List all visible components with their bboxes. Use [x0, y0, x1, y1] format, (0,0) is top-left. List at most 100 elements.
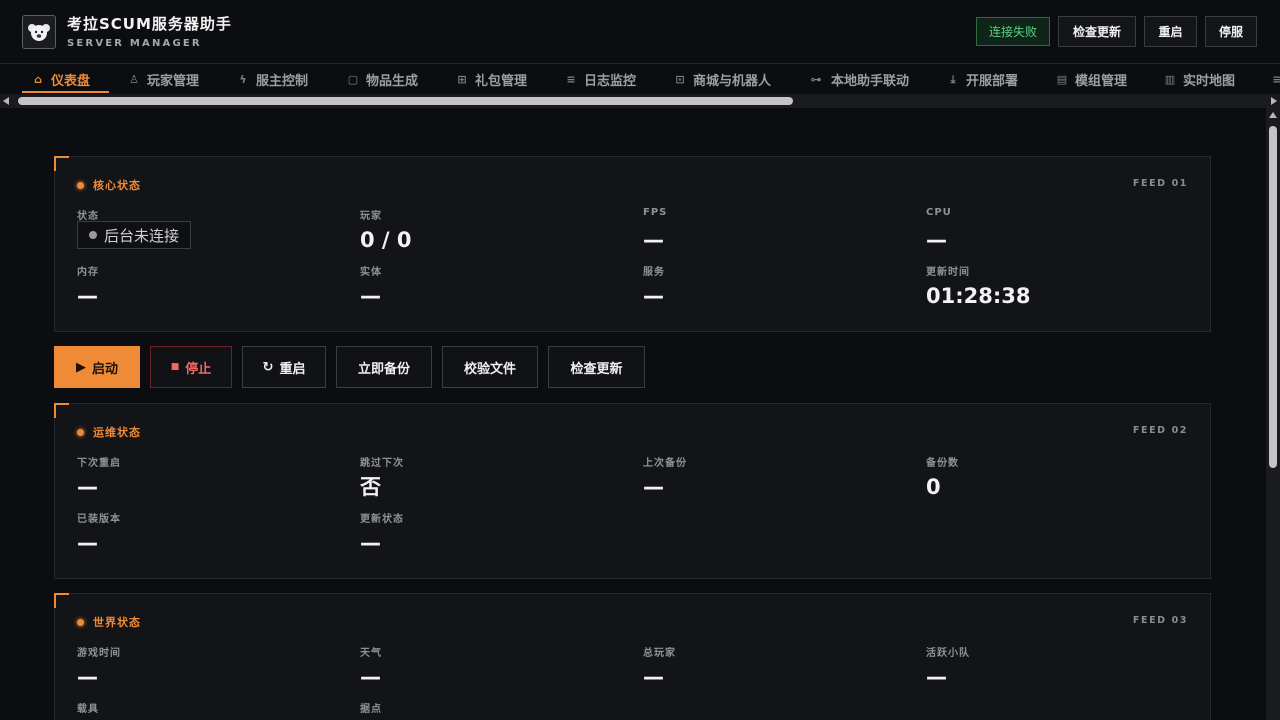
vertical-scroll-thumb[interactable]	[1269, 126, 1277, 468]
stat-label: 总玩家	[643, 648, 676, 659]
panel-title: 运维状态	[77, 424, 141, 440]
stat-value: —	[77, 665, 98, 689]
stat-value: —	[77, 475, 98, 499]
stat-label: 跳过下次	[360, 458, 404, 469]
panel-title-text: 运维状态	[93, 426, 141, 439]
stat-value: —	[643, 284, 664, 308]
app-title: 考拉SCUM服务器助手	[67, 15, 232, 33]
panel-corner-accent	[54, 156, 69, 171]
koala-logo-icon	[22, 15, 56, 49]
tab-item-spawn[interactable]: ▢ 物品生成	[347, 65, 418, 94]
stat-label: 天气	[360, 648, 382, 659]
stat-label: FPS	[643, 207, 668, 218]
tab-label: 服主控制	[256, 74, 309, 89]
tab-local-helper-link[interactable]: ⊶ 本地助手联动	[808, 65, 910, 94]
tab-dashboard[interactable]: ⌂ 仪表盘	[32, 65, 90, 94]
stat-fps: FPS —	[643, 207, 903, 253]
feed-label: FEED 01	[1132, 178, 1188, 189]
vertical-scrollbar[interactable]	[1266, 108, 1280, 720]
stat-value: —	[77, 531, 98, 555]
restart-action-button[interactable]: ↻ 重启	[242, 346, 326, 388]
nav-overflow-icon[interactable]: ≡	[1271, 65, 1280, 94]
scroll-right-arrow-icon[interactable]	[1271, 97, 1277, 105]
play-icon: ▶	[75, 359, 86, 375]
horizontal-scrollbar[interactable]	[0, 94, 1280, 108]
home-icon: ⌂	[34, 72, 42, 86]
tab-shop-bot[interactable]: ⊡ 商城与机器人	[674, 65, 771, 94]
stat-game-time: 游戏时间 —	[77, 644, 337, 690]
stat-players: 玩家 0 / 0	[360, 207, 620, 253]
stat-entities: 实体 —	[360, 263, 620, 309]
backend-status-text: 后台未连接	[104, 226, 180, 245]
tab-label: 本地助手联动	[831, 74, 910, 89]
tab-label: 商城与机器人	[693, 74, 772, 89]
stat-label: 更新时间	[926, 267, 970, 278]
stat-value: —	[926, 228, 947, 252]
gift-icon: ⊞	[457, 72, 467, 86]
tab-mods[interactable]: ▤ 模组管理	[1056, 65, 1127, 94]
panel-title-text: 世界状态	[93, 616, 141, 629]
backup-now-button[interactable]: 立即备份	[336, 346, 432, 388]
stat-value: 01:28:38	[926, 284, 1031, 308]
scroll-up-arrow-icon[interactable]	[1269, 112, 1277, 118]
start-server-button[interactable]: ▶ 启动	[54, 346, 140, 388]
stat-total-players: 总玩家 —	[643, 644, 903, 690]
tab-deploy[interactable]: ⤓ 开服部署	[947, 65, 1018, 94]
stat-weather: 天气 —	[360, 644, 620, 690]
stat-label: 游戏时间	[77, 648, 121, 659]
tab-log-monitor[interactable]: ≡ 日志监控	[565, 65, 636, 94]
tab-players[interactable]: ♙ 玩家管理	[128, 65, 199, 94]
restart-button[interactable]: 重启	[1144, 16, 1197, 47]
tab-label: 玩家管理	[147, 74, 200, 89]
stop-server-action-button[interactable]: ■ 停止	[150, 346, 232, 388]
stat-active-squads: 活跃小队 —	[926, 644, 1186, 690]
tab-label: 实时地图	[1183, 74, 1236, 89]
check-update-action-button[interactable]: 检查更新	[548, 346, 645, 388]
stat-label: 服务	[643, 267, 665, 278]
verify-files-button[interactable]: 校验文件	[442, 346, 538, 388]
tab-gift-packs[interactable]: ⊞ 礼包管理	[456, 65, 527, 94]
panel-corner-accent	[54, 403, 69, 418]
stat-updated-time: 更新时间 01:28:38	[926, 263, 1186, 309]
check-update-button[interactable]: 检查更新	[1058, 16, 1136, 47]
list-icon: ≡	[566, 72, 576, 86]
stat-vehicles: 载具	[77, 700, 337, 715]
stat-skip-next: 跳过下次 否	[360, 454, 620, 500]
horizontal-scroll-thumb[interactable]	[18, 97, 793, 105]
stat-installed-version: 已装版本 —	[77, 510, 337, 556]
stat-value: —	[643, 475, 664, 499]
feed-label: FEED 03	[1132, 615, 1188, 626]
bolt-icon: ϟ	[239, 72, 247, 86]
scroll-left-arrow-icon[interactable]	[3, 97, 9, 105]
button-label: 停止	[185, 361, 212, 377]
button-label: 启动	[91, 361, 118, 377]
stat-label: 上次备份	[643, 458, 687, 469]
box-icon: ▢	[347, 72, 359, 86]
stat-next-restart: 下次重启 —	[77, 454, 337, 500]
tab-owner-control[interactable]: ϟ 服主控制	[237, 65, 308, 94]
panel-title: 世界状态	[77, 614, 141, 630]
stat-label: CPU	[926, 207, 952, 218]
refresh-icon: ↻	[262, 359, 274, 375]
stat-memory: 内存 —	[77, 263, 337, 309]
stat-last-backup: 上次备份 —	[643, 454, 903, 500]
tab-live-map[interactable]: ▥ 实时地图	[1164, 65, 1235, 94]
stop-server-button[interactable]: 停服	[1205, 16, 1257, 47]
backend-status-badge: 后台未连接	[77, 221, 192, 249]
stat-value: 0	[926, 475, 941, 499]
module-icon: ▤	[1056, 72, 1068, 86]
panel-title-text: 核心状态	[93, 179, 141, 192]
stat-value: —	[643, 228, 664, 252]
stat-label: 已装版本	[77, 514, 121, 525]
bot-icon: ⊡	[675, 72, 685, 86]
stat-value: —	[77, 284, 98, 308]
connection-status-badge: 连接失败	[976, 17, 1050, 46]
stat-label: 据点	[360, 704, 382, 715]
stat-label: 活跃小队	[926, 648, 970, 659]
active-tab-indicator	[22, 91, 109, 93]
core-status-panel: 核心状态 FEED 01 状态 后台未连接 玩家 0 / 0 FPS — CPU…	[54, 156, 1211, 332]
stat-label: 下次重启	[77, 458, 121, 469]
stat-service: 服务 —	[643, 263, 903, 309]
stat-backup-count: 备份数 0	[926, 454, 1186, 500]
tab-label: 仪表盘	[51, 74, 91, 89]
